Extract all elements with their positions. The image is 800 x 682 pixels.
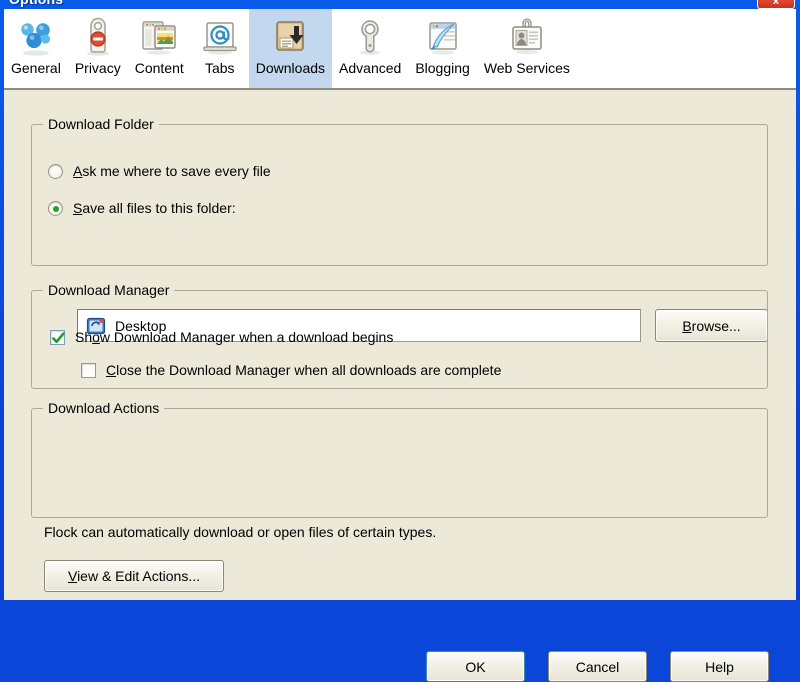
tab-content[interactable]: Content [127,9,191,88]
group-title: Download Folder [43,116,159,132]
help-button-label: Help [705,658,734,675]
group-title: Download Actions [43,400,165,416]
checkbox-close-download-manager[interactable]: Close the Download Manager when all down… [81,362,501,379]
radio-save-to-folder[interactable]: Save all files to this folder: [48,200,236,217]
ok-button-label: OK [465,658,486,675]
cancel-button-label: Cancel [575,658,620,675]
download-actions-group: Download Actions [31,400,768,518]
window-client-area: General Privacy Content Tabs Downloads A… [4,9,796,682]
close-button[interactable]: × [757,0,795,9]
quill-document-icon [421,15,465,59]
checkbox-indicator[interactable] [81,363,96,378]
checkbox-indicator[interactable] [50,330,65,345]
accel-key: S [73,200,83,216]
accel-key: V [67,568,78,584]
radio-indicator[interactable] [48,201,63,216]
flock-logo-icon [14,15,58,59]
tab-general[interactable]: General [4,9,68,88]
tab-label: Advanced [339,60,402,76]
view-edit-actions-label: View & Edit Actions... [68,568,200,584]
door-hanger-privacy-icon [76,15,120,59]
tab-label: Content [134,60,184,76]
label-after: w Download Manager when a download begin… [99,329,394,345]
radio-label-rest: sk me where to save every file [82,163,271,179]
window-title: Options [9,0,63,7]
radio-indicator[interactable] [48,164,63,179]
tab-label: General [11,60,61,76]
label-after: lose the Download Manager when all downl… [116,362,502,378]
checkbox-show-download-manager[interactable]: Show Download Manager when a download be… [50,329,393,346]
download-box-arrow-icon [268,15,312,59]
id-badge-icon [505,15,549,59]
accel-key: o [92,329,100,345]
tab-label: Web Services [483,60,570,76]
accel-key: A [73,163,83,179]
tab-downloads[interactable]: Downloads [248,9,333,88]
options-window: Options × [0,0,800,682]
browser-windows-icon [137,15,181,59]
help-button[interactable]: Help [670,651,769,682]
cancel-button[interactable]: Cancel [548,651,647,682]
view-edit-actions-label-rest: iew & Edit Actions... [77,568,201,584]
close-icon: × [772,0,780,8]
tab-web-services[interactable]: Web Services [476,9,577,88]
checkbox-label: Show Download Manager when a download be… [75,329,393,346]
tab-privacy[interactable]: Privacy [67,9,128,88]
at-sign-page-icon [198,15,242,59]
tab-advanced[interactable]: Advanced [332,9,409,88]
download-actions-description: Flock can automatically download or open… [44,524,437,540]
radio-label: Ask me where to save every file [73,163,271,180]
label-before: Sh [75,329,93,345]
tab-blogging[interactable]: Blogging [408,9,477,88]
downloads-settings-panel: Download Folder Ask me where to save eve… [4,90,796,682]
group-title: Download Manager [43,282,175,298]
tab-tabs[interactable]: Tabs [190,9,249,88]
wrench-icon [348,15,392,59]
ok-button[interactable]: OK [426,651,525,682]
download-folder-group: Download Folder [31,116,768,266]
tab-label: Privacy [74,60,121,76]
checkbox-label: Close the Download Manager when all down… [106,362,501,379]
tab-label: Blogging [415,60,470,76]
radio-label-rest: ave all files to this folder: [82,200,236,216]
title-bar[interactable]: Options × [0,0,800,9]
radio-ask-where-to-save[interactable]: Ask me where to save every file [48,163,271,180]
radio-label: Save all files to this folder: [73,200,236,217]
accel-key: C [106,362,117,378]
view-edit-actions-button[interactable]: View & Edit Actions... [44,560,224,592]
tab-strip: General Privacy Content Tabs Downloads A… [4,9,796,90]
tab-label: Tabs [204,60,235,76]
tab-label: Downloads [255,60,326,76]
